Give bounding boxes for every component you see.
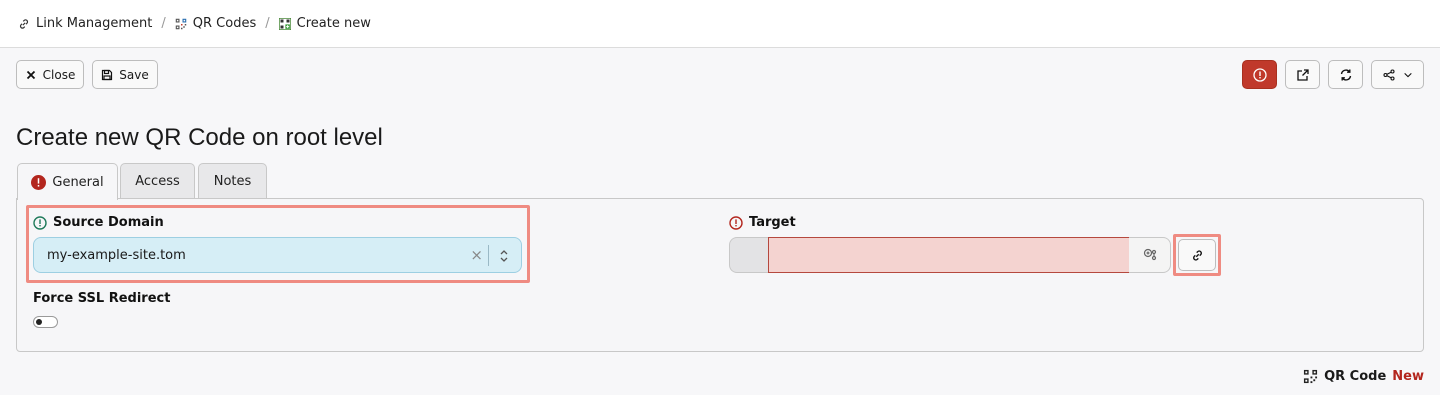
close-button[interactable]: Close: [16, 60, 84, 89]
target-suffix-addon[interactable]: [1129, 237, 1171, 273]
clear-selection-icon[interactable]: ×: [470, 247, 483, 263]
link-details-icon: [1143, 248, 1156, 261]
tab-label: Notes: [213, 174, 252, 189]
breadcrumb-separator: /: [265, 16, 270, 31]
record-type: QR Code: [1324, 369, 1387, 384]
close-icon: [26, 70, 35, 79]
tab-label: General: [52, 174, 104, 190]
exclamation-circle-icon: [1252, 67, 1267, 82]
sort-arrows-icon[interactable]: [499, 249, 509, 263]
save-button-label: Save: [119, 67, 149, 82]
reload-button[interactable]: [1328, 60, 1363, 89]
link-icon: [19, 18, 29, 29]
tab-general[interactable]: General: [17, 163, 118, 200]
breadcrumb-item-link-management[interactable]: Link Management: [18, 16, 152, 31]
select-divider: [488, 245, 489, 266]
error-circle-icon: [729, 215, 743, 230]
record-status: QR Code New: [1303, 369, 1424, 384]
qr-code-icon: [175, 18, 187, 29]
breadcrumb-item-qr-codes[interactable]: QR Codes: [175, 16, 256, 31]
force-ssl-label: Force SSL Redirect: [33, 291, 170, 306]
link-browser-button[interactable]: [1178, 239, 1216, 271]
tab-access[interactable]: Access: [120, 163, 195, 199]
tab-label: Access: [135, 174, 180, 189]
qr-code-icon: [1304, 369, 1318, 384]
breadcrumb-item-create-new: Create new: [278, 16, 371, 31]
open-external-button[interactable]: [1285, 60, 1320, 89]
record-state: New: [1392, 369, 1424, 384]
target-label-text: Target: [749, 215, 796, 230]
error-icon: [31, 174, 47, 190]
source-domain-value: my-example-site.tom: [47, 247, 186, 263]
breadcrumb-label: QR Codes: [192, 16, 257, 31]
target-label: Target: [729, 215, 796, 230]
target-prefix-addon: [729, 237, 769, 273]
share-icon: [1382, 68, 1395, 81]
external-link-icon: [1296, 68, 1309, 81]
qr-code-new-icon: [278, 17, 291, 30]
source-domain-select[interactable]: my-example-site.tom ×: [33, 237, 522, 273]
chevron-down-icon: [1403, 72, 1412, 77]
page-title: Create new QR Code on root level: [16, 124, 383, 151]
toggle-knob: [36, 319, 42, 325]
close-button-label: Close: [42, 67, 76, 82]
link-icon: [1192, 249, 1202, 261]
share-dropdown-button[interactable]: [1371, 60, 1424, 89]
breadcrumb-label: Link Management: [36, 16, 153, 31]
breadcrumb-label: Create new: [296, 16, 371, 31]
reload-icon: [1340, 68, 1351, 81]
validation-alert-button[interactable]: [1242, 60, 1277, 89]
target-input[interactable]: [768, 237, 1130, 273]
tab-notes[interactable]: Notes: [198, 163, 267, 199]
save-button[interactable]: Save: [92, 60, 158, 89]
save-icon: [102, 69, 113, 80]
force-ssl-toggle[interactable]: [33, 316, 58, 328]
force-ssl-label-text: Force SSL Redirect: [33, 291, 171, 306]
breadcrumb: Link Management / QR Codes / Create new: [0, 0, 1440, 48]
breadcrumb-separator: /: [161, 16, 166, 31]
